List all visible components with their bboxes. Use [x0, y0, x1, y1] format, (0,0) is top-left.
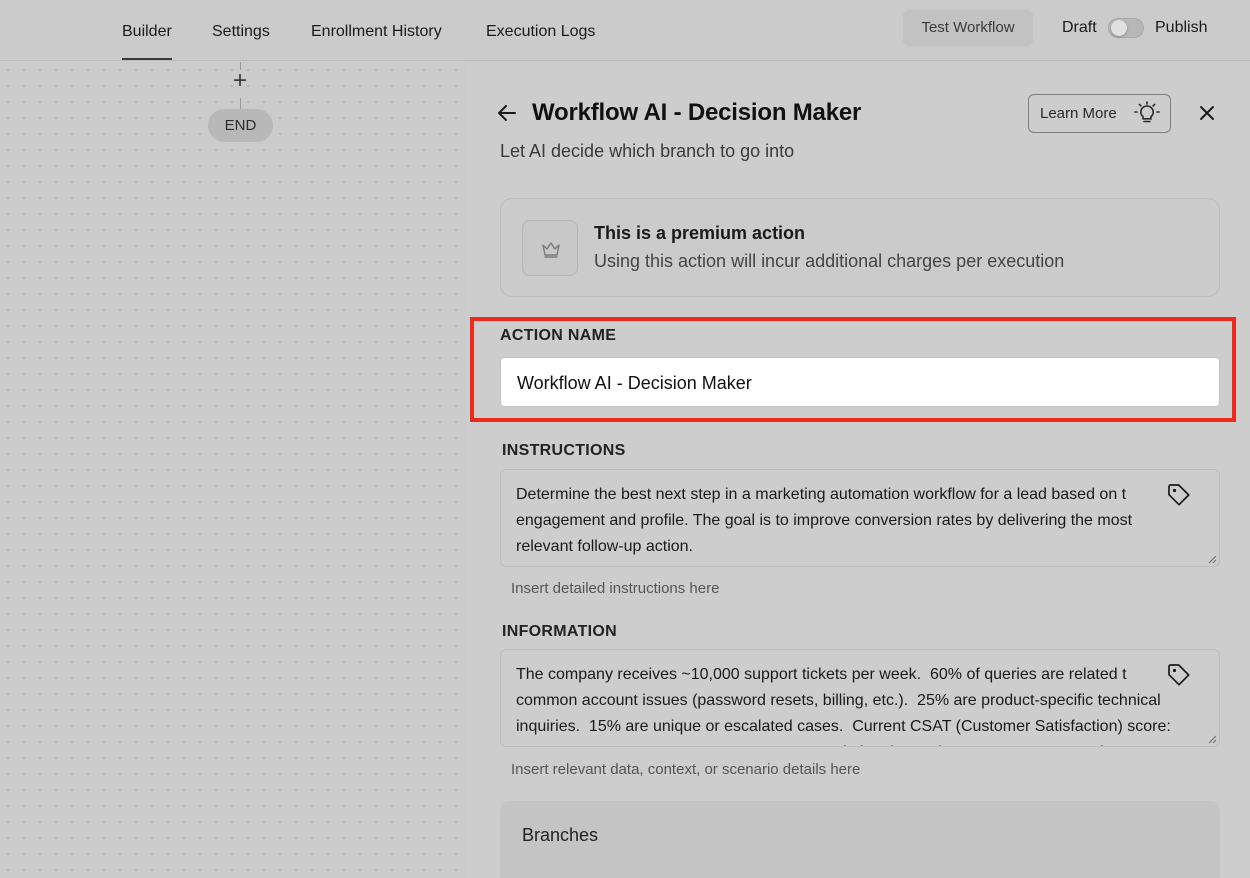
arrow-left-icon[interactable] [495, 101, 519, 125]
learn-more-button[interactable]: Learn More [1028, 94, 1171, 133]
premium-description: Using this action will incur additional … [594, 251, 1065, 271]
tab-settings[interactable]: Settings [212, 22, 270, 60]
publish-label: Publish [1155, 19, 1208, 36]
panel-subtitle: Let AI decide which branch to go into [500, 141, 795, 161]
information-helper: Insert relevant data, context, or scenar… [511, 761, 861, 778]
draft-label: Draft [1062, 19, 1097, 36]
publish-toggle[interactable] [1108, 18, 1144, 38]
tab-enrollment-history[interactable]: Enrollment History [311, 22, 442, 60]
panel-title: Workflow AI - Decision Maker [532, 99, 862, 126]
resize-handle-icon[interactable] [1207, 734, 1217, 744]
resize-handle-icon[interactable] [1207, 554, 1217, 564]
close-icon[interactable] [1196, 102, 1218, 124]
tab-execution-logs[interactable]: Execution Logs [486, 22, 595, 60]
test-workflow-button[interactable]: Test Workflow [903, 10, 1033, 46]
connector-line [240, 98, 241, 109]
premium-action-card: This is a premium action Using this acti… [500, 198, 1220, 297]
instructions-textarea[interactable]: Determine the best next step in a market… [500, 469, 1220, 567]
learn-more-label: Learn More [1040, 105, 1117, 122]
lightbulb-icon [1134, 101, 1160, 123]
plus-icon[interactable]: + [229, 69, 251, 93]
tab-builder[interactable]: Builder [122, 22, 172, 60]
top-nav-bar: Builder Settings Enrollment History Exec… [0, 0, 1250, 61]
workflow-canvas[interactable] [0, 62, 466, 878]
tag-icon[interactable] [1165, 661, 1193, 689]
branches-section[interactable]: Branches [500, 801, 1220, 878]
instructions-label: INSTRUCTIONS [502, 442, 626, 459]
information-textarea[interactable]: The company receives ~10,000 support tic… [500, 649, 1220, 747]
premium-title: This is a premium action [594, 223, 806, 243]
end-node: END [208, 109, 273, 142]
highlight-box [470, 317, 1236, 422]
tag-icon[interactable] [1165, 481, 1193, 509]
information-text: The company receives ~10,000 support tic… [516, 666, 1171, 746]
branches-label: Branches [522, 825, 599, 845]
crown-icon [542, 242, 560, 258]
crown-icon-container [522, 220, 578, 276]
instructions-helper: Insert detailed instructions here [511, 580, 720, 597]
information-label: INFORMATION [502, 623, 617, 640]
instructions-text: Determine the best next step in a market… [516, 486, 1133, 555]
toggle-knob [1111, 20, 1127, 36]
